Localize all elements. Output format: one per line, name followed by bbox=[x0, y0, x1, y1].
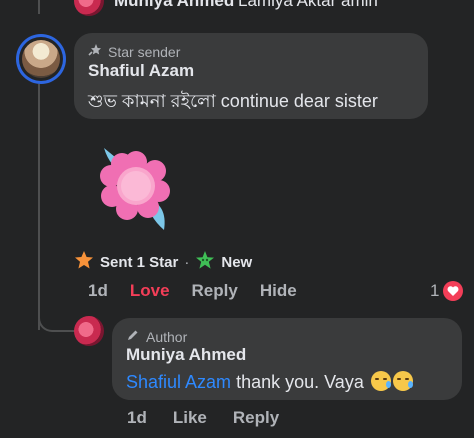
stars-row[interactable]: Sent 1 Star · New bbox=[74, 250, 252, 274]
avatar[interactable] bbox=[74, 0, 104, 16]
avatar[interactable] bbox=[16, 34, 66, 84]
like-button[interactable]: Like bbox=[173, 408, 207, 428]
comment-bubble[interactable]: Star sender Shafiul Azam শুভ কামনা রইলো … bbox=[74, 33, 428, 119]
sent-stars-label[interactable]: Sent 1 Star bbox=[100, 254, 178, 271]
reply-text: Shafiul Azam thank you. Vaya bbox=[126, 371, 413, 393]
star-sender-icon bbox=[88, 43, 102, 60]
comment-author-name[interactable]: Muniya Ahmed bbox=[114, 0, 234, 11]
pencil-icon bbox=[126, 328, 140, 345]
new-label: New bbox=[221, 253, 253, 271]
reaction-count-value: 1 bbox=[430, 281, 440, 300]
flower-sticker bbox=[96, 144, 176, 230]
hide-button[interactable]: Hide bbox=[260, 281, 297, 301]
badge-label: Star sender bbox=[108, 43, 181, 60]
reply-bubble[interactable]: Author Muniya Ahmed Shafiul Azam thank y… bbox=[112, 318, 462, 400]
mention-link[interactable]: Shafiul Azam bbox=[126, 372, 231, 392]
comment-author-name[interactable]: Shafiul Azam bbox=[88, 61, 194, 81]
separator: · bbox=[184, 253, 190, 271]
crying-emoji-icon bbox=[370, 371, 391, 391]
avatar[interactable] bbox=[74, 316, 104, 346]
comment-actions: 1d Love Reply Hide bbox=[88, 281, 297, 301]
love-button[interactable]: Love bbox=[130, 281, 170, 301]
star-icon bbox=[74, 250, 94, 274]
thread-line-top bbox=[38, 0, 40, 14]
timestamp[interactable]: 1d bbox=[88, 281, 108, 301]
comment-text: Lamiya Aktar amin bbox=[238, 0, 378, 10]
reaction-count[interactable]: 1 bbox=[430, 281, 464, 301]
timestamp[interactable]: 1d bbox=[127, 408, 147, 428]
comment-text: শুভ কামনা রইলো continue dear sister bbox=[88, 91, 378, 111]
heart-icon bbox=[443, 281, 464, 301]
thread-connector bbox=[38, 300, 76, 332]
sparkle-star-icon bbox=[195, 250, 215, 274]
reply-button[interactable]: Reply bbox=[233, 408, 279, 428]
star-sender-badge: Star sender bbox=[88, 43, 180, 60]
author-badge: Author bbox=[126, 328, 187, 345]
thread-line bbox=[38, 84, 40, 330]
reply-message: thank you. Vaya bbox=[236, 372, 364, 392]
reply-actions: 1d Like Reply bbox=[127, 408, 279, 428]
reply-author-name[interactable]: Muniya Ahmed bbox=[126, 345, 246, 365]
crying-emoji-icon bbox=[392, 371, 413, 391]
reply-button[interactable]: Reply bbox=[192, 281, 238, 301]
badge-label: Author bbox=[146, 328, 188, 345]
